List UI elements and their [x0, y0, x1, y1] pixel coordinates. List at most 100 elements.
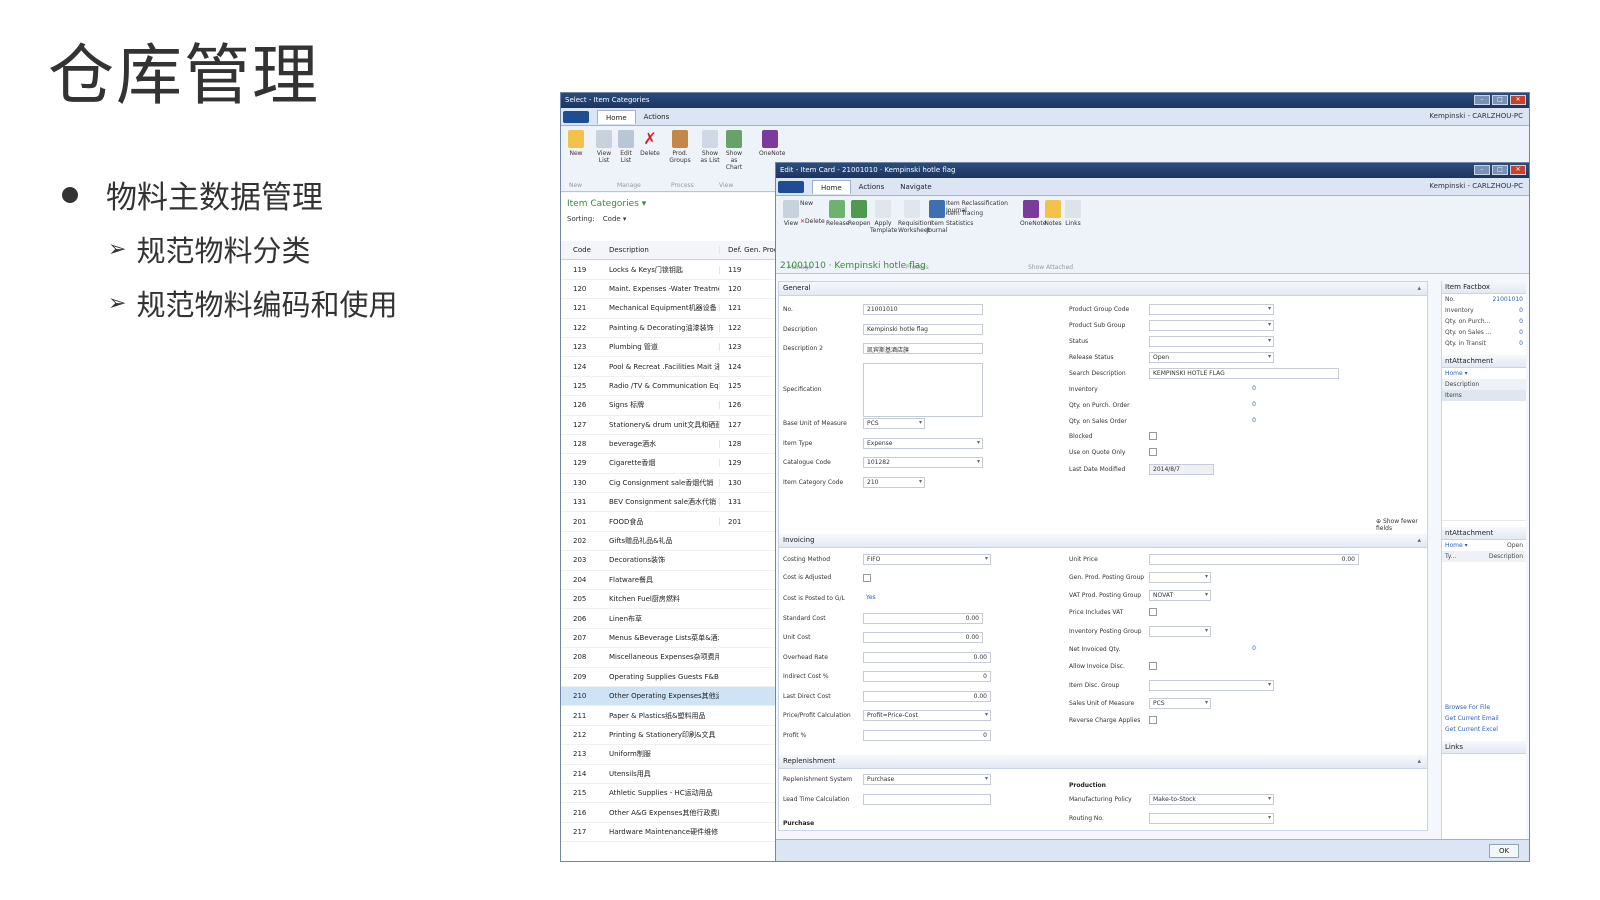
table-row[interactable]: 126 Signs 标牌 126 — [561, 396, 775, 416]
chevron-up-icon[interactable]: ▴ — [1417, 757, 1421, 765]
field-input[interactable] — [1149, 320, 1274, 331]
table-row[interactable]: 127 Stationery& drum unit文具和硒鼓 127 — [561, 416, 775, 435]
table-row[interactable]: 130 Cig Consignment sale香烟代销 130 — [561, 474, 775, 494]
attachment-header[interactable]: ntAttachment — [1442, 527, 1526, 540]
checkbox[interactable] — [863, 573, 871, 582]
app-menu-button[interactable] — [778, 180, 804, 193]
app-menu-button[interactable] — [563, 110, 589, 123]
item-journal-button[interactable]: Item Journal — [926, 200, 948, 234]
table-row[interactable]: 123 Plumbing 管道 123 — [561, 338, 775, 358]
table-row[interactable]: 205 Kitchen Fuel厨房燃料 — [561, 590, 775, 610]
table-row[interactable]: 121 Mechanical Equipment机器设备 121 — [561, 299, 775, 319]
field-input[interactable]: 210 — [863, 476, 925, 488]
get-excel-link[interactable]: Get Current Excel — [1442, 724, 1526, 735]
field-input[interactable]: 0.00 — [1149, 554, 1359, 565]
field-input[interactable]: Yes — [863, 593, 991, 604]
table-row[interactable]: 124 Pool & Recreat .Facilities Mait 泳... 1… — [561, 357, 775, 377]
onenote-button[interactable]: OneNote — [759, 130, 785, 157]
show-as-list-button[interactable]: Show as List — [699, 130, 721, 164]
field-input[interactable] — [863, 362, 983, 417]
field-input[interactable] — [1149, 813, 1274, 824]
field-input[interactable]: 21001010 — [863, 304, 983, 315]
maximize-icon[interactable]: □ — [1492, 165, 1508, 175]
show-as-chart-button[interactable]: Show as Chart — [723, 130, 745, 171]
field-input[interactable]: 0 — [1149, 416, 1259, 427]
reopen-button[interactable]: Reopen — [848, 200, 871, 227]
checkbox[interactable] — [1149, 432, 1157, 440]
factbox-header[interactable]: Item Factbox — [1442, 281, 1526, 294]
field-input[interactable]: 0.00 — [863, 690, 991, 702]
chevron-up-icon[interactable]: ▴ — [1417, 284, 1421, 292]
table-row[interactable]: 212 Printing & Stationery印刷&文具 — [561, 726, 775, 746]
factbox-value[interactable]: 0 — [1519, 340, 1523, 347]
table-row[interactable]: 206 Linen布草 — [561, 609, 775, 629]
field-input[interactable]: 0.00 — [863, 651, 991, 663]
tab-home[interactable]: Home — [597, 109, 636, 124]
view-list-button[interactable]: View List — [593, 130, 615, 164]
close-icon[interactable]: ✕ — [1510, 95, 1526, 105]
checkbox[interactable] — [1149, 716, 1157, 724]
fasttab-general[interactable]: General ▴ — [779, 282, 1427, 296]
table-row[interactable]: 128 beverage酒水 128 — [561, 435, 775, 455]
fasttab-replenishment[interactable]: Replenishment ▴ — [779, 755, 1427, 769]
attachment-header[interactable]: ntAttachment — [1442, 355, 1526, 368]
field-input[interactable] — [1149, 336, 1274, 347]
factbox-value[interactable]: 0 — [1519, 318, 1523, 325]
table-row[interactable]: 213 Uniform制服 — [561, 745, 775, 765]
field-input[interactable]: Purchase — [863, 774, 991, 785]
apply-template-button[interactable]: Apply Template — [870, 200, 897, 234]
minimize-icon[interactable]: – — [1474, 95, 1490, 105]
minimize-icon[interactable]: – — [1474, 165, 1490, 175]
field-input[interactable]: 0 — [1149, 384, 1259, 395]
home-dropdown[interactable]: Home ▾ — [1445, 542, 1468, 549]
statistics-button[interactable]: Statistics — [946, 220, 1026, 227]
tab-navigate[interactable]: Navigate — [892, 180, 939, 194]
table-row[interactable]: 208 Miscellaneous Expenses杂项费用 — [561, 648, 775, 668]
field-input[interactable]: Kempinski hotle flag — [863, 323, 983, 335]
browse-file-link[interactable]: Browse For File — [1442, 702, 1526, 713]
table-row[interactable]: 215 Athletic Supplies - HC运动用品 — [561, 784, 775, 804]
column-header[interactable]: Def. Gen. Prod. — [719, 246, 775, 255]
item-tracing-button[interactable]: Item Tracing — [946, 210, 1026, 217]
field-input[interactable]: 0.00 — [863, 612, 983, 624]
field-input[interactable] — [1149, 572, 1211, 583]
tab-actions[interactable]: Actions — [851, 180, 893, 194]
table-row[interactable]: 203 Decorations装饰 — [561, 551, 775, 571]
field-input[interactable] — [1149, 626, 1211, 637]
chevron-up-icon[interactable]: ▴ — [1417, 536, 1421, 544]
field-input[interactable] — [1149, 304, 1274, 315]
home-dropdown[interactable]: Home ▾ — [1445, 370, 1468, 377]
field-input[interactable]: 2014/8/7 — [1149, 464, 1214, 475]
field-input[interactable]: Open — [1149, 352, 1274, 363]
field-input[interactable]: Make-to-Stock — [1149, 794, 1274, 805]
field-input[interactable]: PCS — [1149, 698, 1211, 709]
table-row[interactable]: 210 Other Operating Expenses其他运... — [561, 686, 775, 707]
field-input[interactable]: 0 — [863, 671, 991, 682]
ok-button[interactable]: OK — [1489, 844, 1519, 858]
field-input[interactable] — [1149, 680, 1274, 691]
tab-actions[interactable]: Actions — [636, 110, 678, 124]
sorting-select[interactable]: Code ▾ — [603, 215, 627, 223]
get-email-link[interactable]: Get Current Email — [1442, 713, 1526, 724]
field-input[interactable]: 0 — [1149, 644, 1259, 655]
prod-groups-button[interactable]: Prod. Groups — [669, 130, 691, 164]
table-row[interactable]: 131 BEV Consignment sale酒水代销 131 — [561, 493, 775, 513]
field-input[interactable]: Profit=Price-Cost — [863, 710, 991, 721]
close-icon[interactable]: ✕ — [1510, 165, 1526, 175]
checkbox[interactable] — [1149, 662, 1157, 670]
field-input[interactable]: FIFO — [863, 554, 991, 565]
onenote-button[interactable]: OneNote — [1020, 200, 1046, 227]
delete-button[interactable]: ✗ Delete — [639, 130, 661, 158]
show-fewer-fields-link[interactable]: ⊕ Show fewer fields — [1376, 518, 1427, 532]
description-col[interactable]: Description — [1489, 553, 1523, 560]
maximize-icon[interactable]: □ — [1492, 95, 1508, 105]
edit-list-button[interactable]: Edit List — [615, 130, 637, 164]
table-row[interactable]: 202 Gifts赠品礼品&礼品 — [561, 532, 775, 552]
type-col[interactable]: Ty... — [1445, 553, 1456, 560]
factbox-value[interactable]: 0 — [1519, 307, 1523, 314]
table-row[interactable]: 209 Operating Supplies Guests F&B/O... — [561, 668, 775, 687]
table-row[interactable]: 201 FOOD食品 201 — [561, 512, 775, 532]
field-input[interactable]: 凯宾斯基酒店旗 — [863, 343, 983, 354]
field-input[interactable]: 0.00 — [863, 632, 983, 643]
fasttab-invoicing[interactable]: Invoicing ▴ — [779, 534, 1427, 548]
